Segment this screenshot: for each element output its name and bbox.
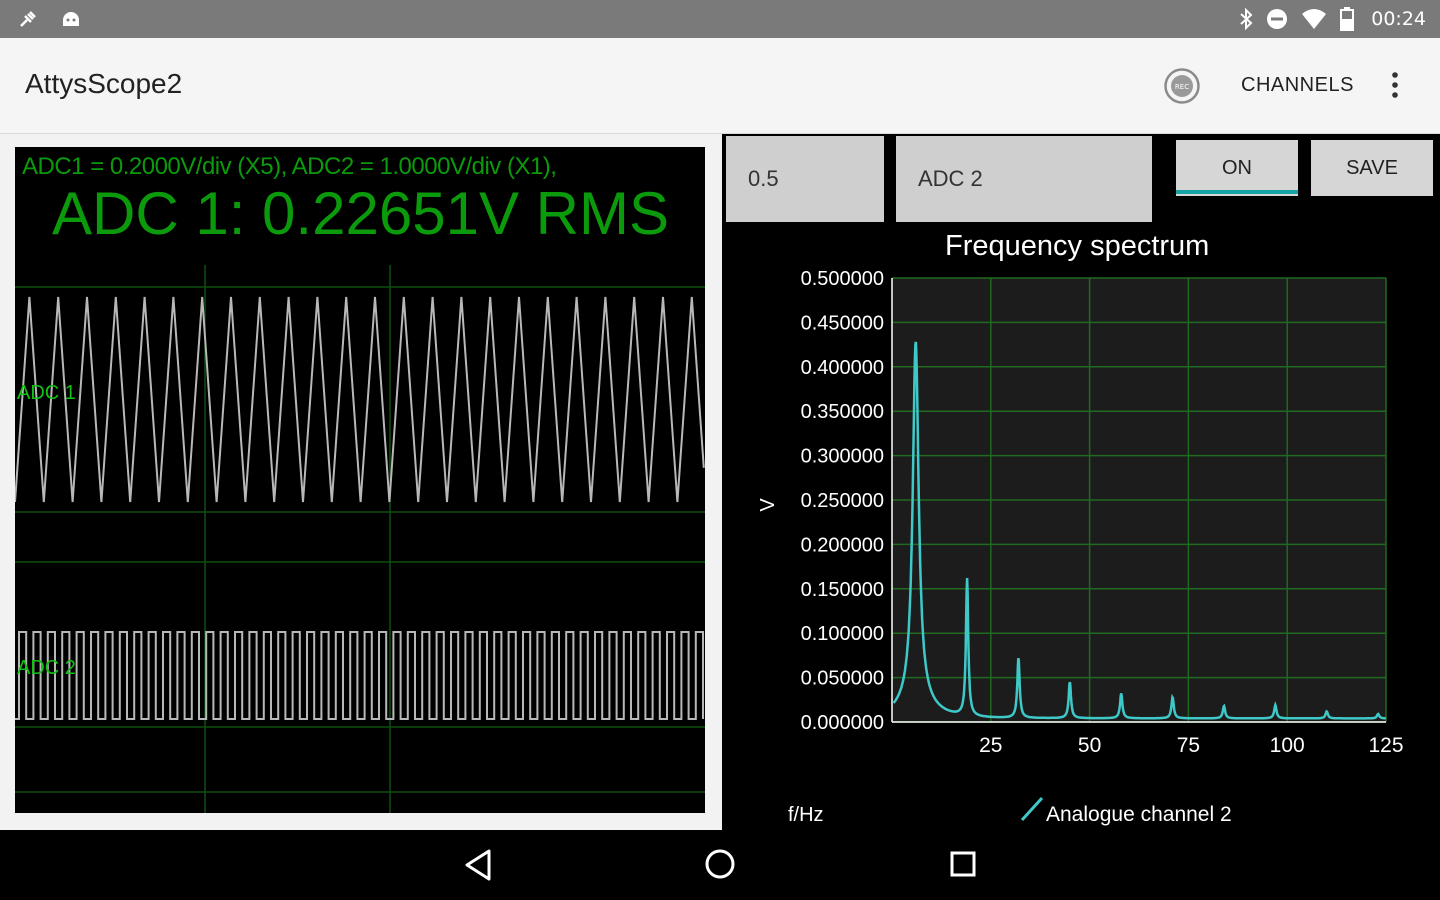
on-toggle-button[interactable]: ON: [1176, 140, 1298, 196]
x-tick-label: 75: [1177, 734, 1200, 757]
back-icon[interactable]: [463, 848, 493, 882]
trace-label-adc1: ADC 1: [17, 382, 76, 404]
status-bar: 00:24: [0, 0, 1440, 38]
spectrum-peak-point: [1376, 716, 1380, 720]
bluetooth-icon: [1240, 7, 1253, 31]
y-tick-label: 0.400000: [801, 357, 884, 379]
record-icon-label: REC: [1175, 83, 1189, 91]
y-tick-label: 0.500000: [801, 268, 884, 290]
scope-screen[interactable]: ADC1 = 0.2000V/div (X5), ADC2 = 1.0000V/…: [15, 147, 705, 813]
gain-info: ADC1 = 0.2000V/div (X5), ADC2 = 1.0000V/…: [22, 153, 557, 180]
spectrum-peak-point: [1119, 695, 1123, 699]
more-vert-icon[interactable]: [1386, 70, 1404, 100]
rms-readout: ADC 1: 0.22651V RMS: [52, 180, 669, 247]
y-tick-label: 0.050000: [801, 668, 884, 690]
spectrum-peak-point: [1016, 660, 1020, 664]
x-tick-label: 25: [979, 734, 1002, 757]
plug-icon: [20, 11, 36, 27]
y-axis-label: V: [757, 498, 779, 512]
recents-icon[interactable]: [949, 850, 977, 878]
legend-swatch: [1020, 796, 1044, 822]
y-tick-label: 0.300000: [801, 446, 884, 468]
y-tick-label: 0.350000: [801, 401, 884, 423]
spectrum-peak-point: [965, 582, 969, 586]
on-toggle-indicator: [1176, 190, 1298, 194]
max-value-spinner[interactable]: 0.5: [726, 136, 884, 222]
battery-icon: [1340, 7, 1355, 31]
save-button[interactable]: SAVE: [1311, 140, 1433, 196]
channels-button[interactable]: CHANNELS: [1241, 74, 1354, 97]
x-tick-label: 100: [1270, 734, 1305, 757]
legend-label: Analogue channel 2: [1046, 803, 1232, 826]
spectrum-peak-point: [1222, 708, 1226, 712]
wifi-icon: [1302, 9, 1327, 29]
status-left: [18, 8, 82, 30]
spectrum-peak-point: [914, 369, 918, 373]
y-tick-label: 0.150000: [801, 579, 884, 601]
channel-spinner[interactable]: ADC 2: [896, 136, 1152, 222]
record-icon[interactable]: REC: [1163, 67, 1201, 105]
spectrum-peak-point: [1325, 713, 1329, 717]
trace-adc2: [15, 631, 704, 720]
x-tick-label: 125: [1368, 734, 1403, 757]
status-right: 00:24: [1239, 6, 1426, 32]
y-tick-label: 0.450000: [801, 312, 884, 334]
nav-bar: [0, 830, 1440, 900]
y-tick-label: 0.200000: [801, 534, 884, 556]
y-tick-label: 0.000000: [801, 712, 884, 734]
scope-panel: ADC1 = 0.2000V/div (X5), ADC2 = 1.0000V/…: [0, 134, 722, 830]
trace-adc1: [15, 296, 705, 503]
status-time: 00:24: [1371, 8, 1426, 30]
spectrum-peak-point: [1068, 684, 1072, 688]
android-icon: [63, 12, 79, 26]
spectrum-peak-point: [1273, 707, 1277, 711]
x-tick-label: 50: [1078, 734, 1101, 757]
trace-label-adc2: ADC 2: [17, 657, 76, 679]
y-tick-label: 0.250000: [801, 490, 884, 512]
app-title: AttysScope2: [25, 68, 183, 99]
y-tick-label: 0.100000: [801, 623, 884, 645]
spectrum-chart: 0.000000 0.050000 0.100000 0.150000 0.200000…: [757, 268, 1404, 826]
do-not-disturb-icon: [1267, 9, 1288, 29]
x-axis-label: f/Hz: [788, 804, 824, 826]
app-bar: AttysScope2 REC CHANNELS: [0, 38, 1440, 134]
home-icon[interactable]: [704, 848, 736, 880]
spectrum-peak-point: [1171, 699, 1175, 703]
